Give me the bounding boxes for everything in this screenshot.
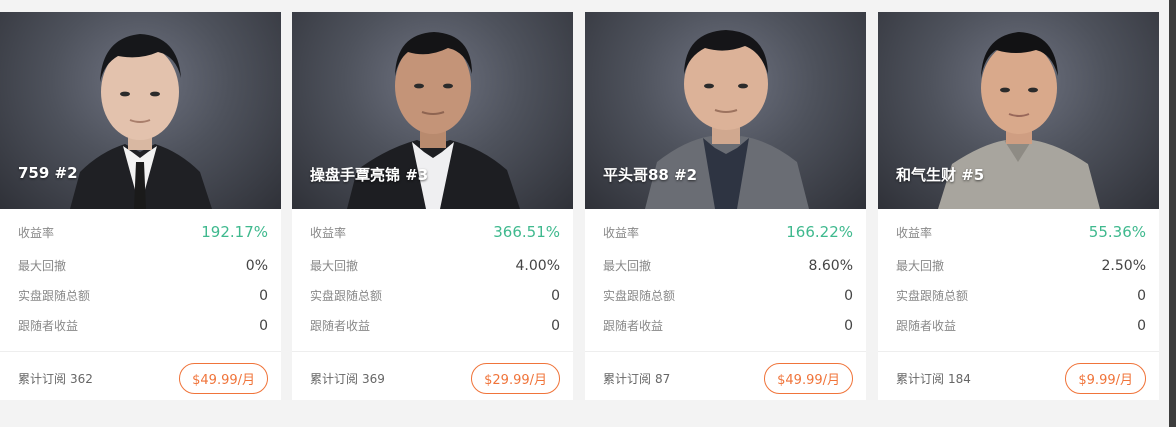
card-footer: 累计订阅 87 $49.99/月	[603, 362, 853, 394]
subscription-count: 累计订阅 87	[603, 370, 670, 387]
card-footer: 累计订阅 184 $9.99/月	[896, 362, 1146, 394]
follow-total-label: 实盘跟随总额	[310, 289, 383, 303]
subscription-count: 累计订阅 362	[18, 370, 93, 387]
follow-total-row: 实盘跟随总额 0	[310, 287, 560, 317]
follower-profit-label: 跟随者收益	[18, 319, 79, 333]
max-drawdown-row: 最大回撤 4.00%	[310, 257, 560, 287]
card-divider	[292, 351, 573, 352]
max-drawdown-row: 最大回撤 0%	[18, 257, 268, 287]
trader-photo[interactable]: 和气生财 #5	[878, 12, 1159, 209]
return-rate-value: 366.51%	[493, 223, 560, 241]
trader-card[interactable]: 759 #2 收益率 192.17% 最大回撤 0% 实盘跟随总额 0 跟随者收…	[0, 12, 281, 400]
follow-total-label: 实盘跟随总额	[18, 289, 91, 303]
return-rate-row: 收益率 166.22%	[603, 223, 853, 257]
trader-card[interactable]: 平头哥88 #2 收益率 166.22% 最大回撤 8.60% 实盘跟随总额 0…	[585, 12, 866, 400]
return-rate-label: 收益率	[603, 226, 640, 240]
return-rate-row: 收益率 366.51%	[310, 223, 560, 257]
subscription-count-label: 累计订阅	[18, 371, 67, 386]
max-drawdown-row: 最大回撤 2.50%	[896, 257, 1146, 287]
return-rate-label: 收益率	[310, 226, 347, 240]
return-rate-label: 收益率	[18, 226, 55, 240]
return-rate-value: 192.17%	[201, 223, 268, 241]
trader-card[interactable]: 和气生财 #5 收益率 55.36% 最大回撤 2.50% 实盘跟随总额 0 跟…	[878, 12, 1159, 400]
subscription-count-value: 362	[70, 371, 93, 386]
trader-stats: 收益率 55.36% 最大回撤 2.50% 实盘跟随总额 0 跟随者收益 0	[878, 209, 1159, 336]
trader-name: 759 #2	[18, 164, 78, 182]
return-rate-row: 收益率 192.17%	[18, 223, 268, 257]
subscribe-price-button[interactable]: $9.99/月	[1065, 362, 1146, 394]
trader-name: 平头哥88 #2	[603, 166, 698, 184]
trader-card[interactable]: 操盘手覃亮锦 #3 收益率 366.51% 最大回撤 4.00% 实盘跟随总额 …	[292, 12, 573, 400]
follower-profit-label: 跟随者收益	[603, 319, 664, 333]
follower-profit-row: 跟随者收益 0	[310, 317, 560, 347]
follower-profit-label: 跟随者收益	[310, 319, 371, 333]
follow-total-value: 0	[1137, 288, 1146, 304]
max-drawdown-label: 最大回撤	[603, 259, 652, 273]
card-divider	[878, 351, 1159, 352]
follower-profit-value: 0	[259, 318, 268, 334]
follow-total-value: 0	[844, 288, 853, 304]
trader-photo[interactable]: 操盘手覃亮锦 #3	[292, 12, 573, 209]
follow-total-row: 实盘跟随总额 0	[896, 287, 1146, 317]
follow-total-row: 实盘跟随总额 0	[603, 287, 853, 317]
max-drawdown-value: 0%	[245, 258, 268, 274]
card-footer: 累计订阅 362 $49.99/月	[18, 362, 268, 394]
subscription-count-value: 184	[948, 371, 971, 386]
follow-total-label: 实盘跟随总额	[896, 289, 969, 303]
subscription-count: 累计订阅 369	[310, 370, 385, 387]
follower-profit-label: 跟随者收益	[896, 319, 957, 333]
card-footer: 累计订阅 369 $29.99/月	[310, 362, 560, 394]
vertical-scrollbar[interactable]	[1169, 0, 1176, 427]
max-drawdown-value: 8.60%	[808, 258, 853, 274]
max-drawdown-label: 最大回撤	[18, 259, 67, 273]
max-drawdown-value: 2.50%	[1101, 258, 1146, 274]
max-drawdown-row: 最大回撤 8.60%	[603, 257, 853, 287]
max-drawdown-value: 4.00%	[515, 258, 560, 274]
subscription-count-label: 累计订阅	[310, 371, 359, 386]
trader-photo[interactable]: 759 #2	[0, 12, 281, 209]
follow-total-value: 0	[551, 288, 560, 304]
return-rate-value: 166.22%	[786, 223, 853, 241]
card-divider	[585, 351, 866, 352]
trader-stats: 收益率 366.51% 最大回撤 4.00% 实盘跟随总额 0 跟随者收益 0	[292, 209, 573, 336]
follower-profit-row: 跟随者收益 0	[896, 317, 1146, 347]
return-rate-label: 收益率	[896, 226, 933, 240]
subscribe-price-button[interactable]: $29.99/月	[471, 362, 560, 394]
follower-profit-value: 0	[1137, 318, 1146, 334]
subscription-count-value: 369	[362, 371, 385, 386]
subscription-count-value: 87	[655, 371, 671, 386]
return-rate-value: 55.36%	[1088, 223, 1146, 241]
subscribe-price-button[interactable]: $49.99/月	[764, 362, 853, 394]
subscription-count-label: 累计订阅	[896, 371, 945, 386]
subscribe-price-button[interactable]: $49.99/月	[179, 362, 268, 394]
trader-name: 和气生财 #5	[896, 166, 985, 184]
card-divider	[0, 351, 281, 352]
trader-name: 操盘手覃亮锦 #3	[310, 166, 429, 184]
trader-card-list: 759 #2 收益率 192.17% 最大回撤 0% 实盘跟随总额 0 跟随者收…	[0, 12, 1176, 400]
follow-total-row: 实盘跟随总额 0	[18, 287, 268, 317]
trader-stats: 收益率 166.22% 最大回撤 8.60% 实盘跟随总额 0 跟随者收益 0	[585, 209, 866, 336]
follow-total-label: 实盘跟随总额	[603, 289, 676, 303]
max-drawdown-label: 最大回撤	[310, 259, 359, 273]
max-drawdown-label: 最大回撤	[896, 259, 945, 273]
subscription-count-label: 累计订阅	[603, 371, 652, 386]
follower-profit-row: 跟随者收益 0	[603, 317, 853, 347]
follower-profit-value: 0	[551, 318, 560, 334]
follower-profit-row: 跟随者收益 0	[18, 317, 268, 347]
trader-photo[interactable]: 平头哥88 #2	[585, 12, 866, 209]
return-rate-row: 收益率 55.36%	[896, 223, 1146, 257]
subscription-count: 累计订阅 184	[896, 370, 971, 387]
follower-profit-value: 0	[844, 318, 853, 334]
trader-stats: 收益率 192.17% 最大回撤 0% 实盘跟随总额 0 跟随者收益 0	[0, 209, 281, 336]
follow-total-value: 0	[259, 288, 268, 304]
